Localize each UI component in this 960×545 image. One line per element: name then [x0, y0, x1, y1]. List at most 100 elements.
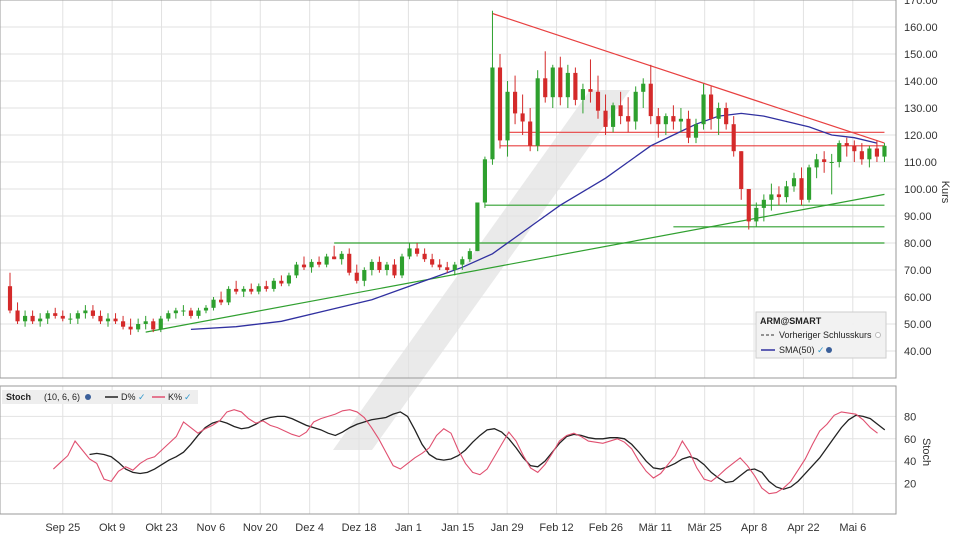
price-tick-label: 80.00 — [904, 238, 932, 250]
candle-body — [377, 261, 382, 270]
candle-body — [829, 162, 834, 163]
legend-item-dot-icon[interactable] — [875, 332, 881, 338]
candle-body — [399, 256, 405, 276]
candle-body — [618, 105, 623, 117]
candle-body — [211, 299, 216, 308]
legend: ARM@SMART Vorheriger Schlusskurs SMA(50)… — [755, 311, 887, 359]
candle-body — [460, 259, 465, 265]
candle-body — [196, 310, 201, 316]
price-tick-label: 40.00 — [904, 346, 932, 358]
x-tick-label: Jan 1 — [395, 522, 422, 534]
stoch-k-label: K% — [168, 392, 182, 402]
candle-body — [528, 121, 533, 146]
stoch-axis-title: Stoch — [920, 438, 932, 466]
price-tick-label: 160.00 — [904, 22, 938, 34]
candle-body — [505, 91, 510, 141]
stoch-header: Stoch (10, 6, 6) D% ✓ K% ✓ — [2, 390, 198, 404]
candle-body — [286, 275, 291, 284]
candle-body — [558, 67, 563, 98]
candle-body — [739, 151, 744, 189]
candle-body — [686, 118, 691, 138]
candle-body — [136, 324, 141, 330]
candle-body — [369, 261, 374, 270]
settings-globe-icon[interactable] — [826, 347, 832, 353]
candle-body — [317, 261, 322, 265]
candle-body — [226, 288, 231, 303]
candle-body — [573, 72, 578, 100]
price-tick-label: 50.00 — [904, 319, 932, 331]
price-tick-label: 90.00 — [904, 211, 932, 223]
candle-body — [716, 108, 721, 119]
candle-body — [513, 91, 518, 114]
price-tick-label: 170.00 — [904, 0, 938, 7]
candle-body — [128, 326, 133, 330]
candle-body — [648, 83, 653, 117]
candle-body — [234, 288, 239, 292]
x-tick-label: Okt 9 — [99, 522, 125, 534]
candle-body — [746, 189, 751, 222]
candle-body — [626, 116, 631, 122]
candle-body — [844, 143, 849, 146]
x-tick-label: Dez 4 — [295, 522, 324, 534]
candle-body — [113, 318, 118, 322]
candle-body — [633, 91, 638, 122]
candle-body — [45, 313, 50, 319]
x-tick-label: Feb 12 — [539, 522, 573, 534]
candle-body — [384, 264, 389, 270]
candle-body — [467, 251, 472, 260]
candle-body — [641, 83, 646, 92]
legend-item-sma: SMA(50) — [779, 345, 815, 355]
candle-body — [407, 248, 412, 257]
check-icon[interactable]: ✓ — [817, 345, 825, 355]
x-tick-label: Nov 20 — [243, 522, 278, 534]
candle-body — [671, 116, 676, 122]
chart-stage: 40.00 50.00 60.00 70.00 80.00 90.00 100.00 110.… — [0, 0, 960, 540]
price-tick-label: 120.00 — [904, 130, 938, 142]
price-tick-label: 60.00 — [904, 292, 932, 304]
candle-body — [852, 145, 857, 152]
candle-body — [301, 264, 307, 268]
price-tick-label: 110.00 — [904, 157, 937, 169]
candle-body — [105, 318, 111, 322]
candle-body — [324, 256, 329, 265]
x-tick-label: Apr 8 — [741, 522, 767, 534]
candle-body — [784, 186, 789, 198]
k-check-icon[interactable]: ✓ — [184, 392, 192, 402]
candle-body — [83, 310, 88, 314]
candle-body — [143, 321, 148, 324]
candle-body — [60, 315, 65, 319]
candle-body — [354, 272, 359, 281]
candle-body — [475, 202, 480, 252]
candle-body — [188, 310, 193, 316]
price-axis-title: Kurs — [939, 181, 951, 204]
candle-body — [761, 199, 766, 208]
stoch-settings-globe-icon[interactable] — [85, 394, 91, 400]
candle-body — [497, 67, 503, 141]
candle-body — [882, 145, 887, 157]
stoch-d-label: D% — [121, 392, 136, 402]
candle-body — [769, 194, 774, 200]
candle-body — [173, 310, 178, 314]
price-tick-label: 130.00 — [904, 103, 938, 115]
candle-body — [822, 159, 827, 162]
candle-body — [121, 321, 126, 327]
candle-body — [98, 315, 103, 322]
candle-body — [90, 310, 95, 316]
candle-body — [611, 105, 616, 127]
x-tick-label: Dez 18 — [342, 522, 377, 534]
candle-body — [249, 288, 254, 292]
candle-body — [595, 91, 601, 111]
x-ticks: Sep 25 Okt 9 Okt 23 Nov 6 Nov 20 Dez 4 Dez 18 J… — [45, 522, 866, 534]
candle-body — [701, 94, 706, 125]
candle-body — [392, 264, 397, 276]
candle-body — [799, 178, 804, 200]
candle-body — [678, 118, 683, 122]
price-tick-label: 70.00 — [904, 265, 932, 277]
candle-body — [731, 124, 736, 152]
x-tick-label: Okt 23 — [145, 522, 177, 534]
x-tick-label: Apr 22 — [787, 522, 819, 534]
d-check-icon[interactable]: ✓ — [138, 392, 146, 402]
candle-body — [874, 148, 879, 157]
legend-item-previous-close: Vorheriger Schlusskurs — [779, 330, 872, 340]
x-tick-label: Mär 25 — [688, 522, 722, 534]
